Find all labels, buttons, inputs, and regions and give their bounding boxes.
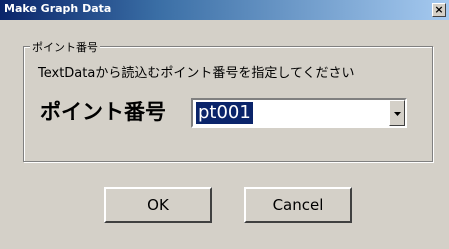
instruction-text: TextDataから読込むポイント番号を指定してください bbox=[38, 66, 355, 81]
close-icon[interactable]: × bbox=[432, 3, 446, 17]
chevron-down-icon bbox=[394, 112, 401, 116]
point-number-label: ポイント番号 bbox=[40, 100, 166, 124]
point-number-combobox[interactable]: pt001 bbox=[191, 98, 407, 128]
ok-button[interactable]: OK bbox=[104, 187, 212, 223]
combobox-selected-value[interactable]: pt001 bbox=[196, 102, 253, 124]
groupbox-legend: ポイント番号 bbox=[30, 39, 100, 55]
title-bar[interactable]: Make Graph Data × bbox=[0, 0, 449, 20]
window-title: Make Graph Data bbox=[4, 2, 112, 15]
cancel-button[interactable]: Cancel bbox=[244, 187, 352, 223]
combobox-dropdown-button[interactable] bbox=[389, 100, 405, 126]
dialog-window: Make Graph Data × ポイント番号 TextDataから読込むポイ… bbox=[0, 0, 449, 249]
